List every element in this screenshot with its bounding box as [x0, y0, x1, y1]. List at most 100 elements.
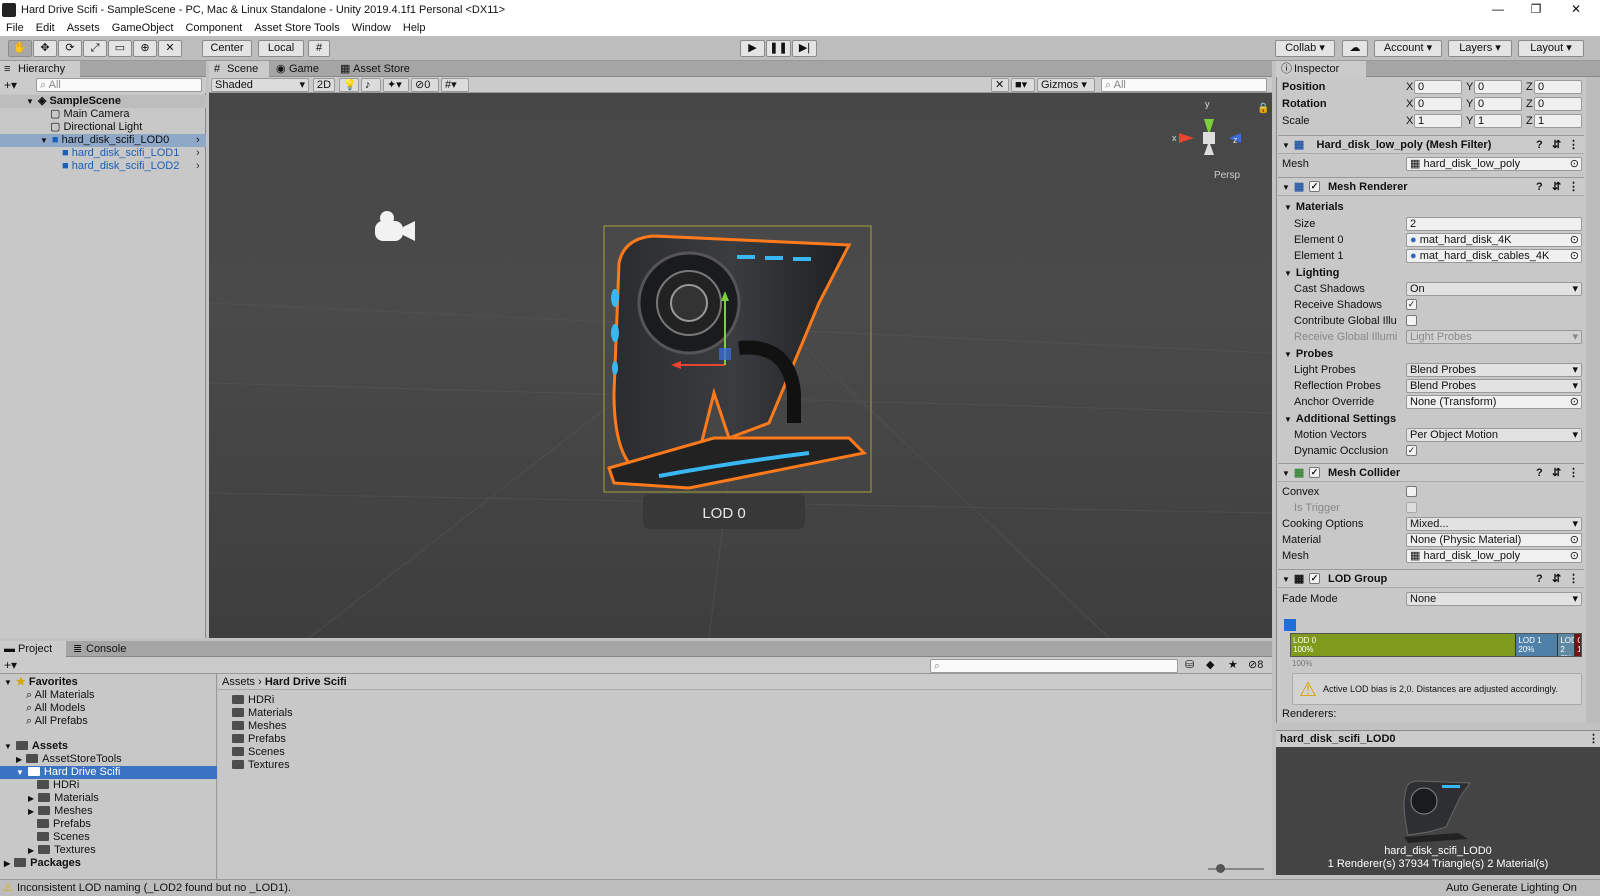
icon-size-slider-handle[interactable] — [1216, 864, 1225, 873]
breadcrumb-assets[interactable]: Assets — [222, 676, 255, 688]
subfolder-meshes[interactable]: ▶ Meshes — [28, 805, 93, 818]
cooking-options-dropdown[interactable]: Mixed... ▾ — [1406, 517, 1582, 531]
lighting-toggle-icon[interactable]: 💡 — [339, 78, 359, 92]
tab-project[interactable]: ▬ Project — [0, 641, 66, 658]
collab-button[interactable]: Collab ▾ — [1275, 40, 1335, 57]
fade-mode-dropdown[interactable]: None ▾ — [1406, 592, 1582, 606]
account-dropdown[interactable]: Account ▾ — [1374, 40, 1442, 57]
mesh-collider-header[interactable]: ▼ ▦ ✓ Mesh Collider ? ⇵ ⋮ — [1278, 463, 1584, 482]
transform-tool-icon[interactable]: ⊕ — [133, 40, 157, 57]
menu-window[interactable]: Window — [346, 22, 397, 34]
preset-icon[interactable]: ⇵ — [1552, 464, 1561, 482]
object-picker-icon[interactable]: ⊙ — [1570, 158, 1579, 170]
convex-checkbox[interactable] — [1406, 486, 1417, 497]
packages-row[interactable]: ▶ Packages — [4, 857, 81, 870]
object-picker-icon[interactable]: ⊙ — [1570, 234, 1579, 246]
favorite-star-icon[interactable]: ★ — [1228, 658, 1238, 671]
assets-root-row[interactable]: ▼ Assets — [4, 740, 68, 753]
tools-icon[interactable]: ✕ — [991, 78, 1009, 92]
tab-game[interactable]: ◉ Game — [271, 61, 333, 78]
receive-shadows-checkbox[interactable]: ✓ — [1406, 299, 1417, 310]
content-folder-materials[interactable]: Materials — [232, 707, 293, 720]
menu-component[interactable]: Component — [179, 22, 248, 34]
hidden-objects-toggle[interactable]: ⊘0 — [411, 78, 439, 92]
subfolder-prefabs[interactable]: Prefabs — [37, 818, 91, 831]
scale-y-field[interactable]: 1 — [1474, 114, 1522, 128]
hierarchy-item-lod1[interactable]: ■ hard_disk_scifi_LOD1 › — [0, 147, 206, 160]
camera-dropdown-icon[interactable]: ■▾ — [1011, 78, 1035, 92]
probes-section[interactable]: ▼ Probes — [1284, 346, 1333, 363]
rotation-x-field[interactable]: 0 — [1414, 97, 1462, 111]
additional-settings-section[interactable]: ▼ Additional Settings — [1284, 411, 1396, 428]
help-icon[interactable]: ? — [1536, 464, 1543, 482]
kebab-menu-icon[interactable]: ⋮ — [1568, 464, 1579, 482]
motion-vectors-dropdown[interactable]: Per Object Motion ▾ — [1406, 428, 1582, 442]
mesh-collider-enabled-checkbox[interactable]: ✓ — [1309, 467, 1320, 478]
audio-toggle-icon[interactable]: ♪ — [361, 78, 381, 92]
play-button-icon[interactable]: ▶ — [740, 40, 765, 57]
folder-asset-store-tools[interactable]: ▶ AssetStoreTools — [16, 753, 122, 766]
pause-button-icon[interactable]: ❚❚ — [766, 40, 791, 57]
object-picker-icon[interactable]: ⊙ — [1570, 396, 1579, 408]
pivot-center-button[interactable]: Center — [202, 40, 252, 57]
tab-asset-store[interactable]: ▦ Asset Store — [335, 61, 425, 78]
close-icon[interactable]: ✕ — [1556, 0, 1596, 19]
contribute-gi-checkbox[interactable] — [1406, 315, 1417, 326]
preset-icon[interactable]: ⇵ — [1552, 178, 1561, 196]
filter-label-icon[interactable]: ◆ — [1206, 658, 1214, 671]
inspector-scrollbar[interactable] — [1586, 77, 1600, 723]
menu-edit[interactable]: Edit — [30, 22, 61, 34]
kebab-menu-icon[interactable]: ⋮ — [1568, 178, 1579, 196]
menu-gameobject[interactable]: GameObject — [106, 22, 180, 34]
hidden-packages-toggle[interactable]: ⊘8 — [1248, 658, 1263, 671]
dynamic-occlusion-checkbox[interactable]: ✓ — [1406, 445, 1417, 456]
hierarchy-item-lod2[interactable]: ■ hard_disk_scifi_LOD2 › — [0, 160, 206, 173]
subfolder-textures[interactable]: ▶ Textures — [28, 844, 96, 857]
minimize-icon[interactable]: — — [1478, 0, 1518, 19]
rotation-y-field[interactable]: 0 — [1474, 97, 1522, 111]
hand-tool-icon[interactable]: ✋ — [8, 40, 32, 57]
status-message[interactable]: Inconsistent LOD naming (_LOD2 found but… — [17, 880, 291, 896]
help-icon[interactable]: ? — [1536, 178, 1543, 196]
light-probes-dropdown[interactable]: Blend Probes ▾ — [1406, 363, 1582, 377]
maximize-icon[interactable]: ❐ — [1516, 0, 1556, 19]
object-picker-icon[interactable]: ⊙ — [1570, 250, 1579, 262]
effects-toggle-icon[interactable]: ✦▾ — [383, 78, 409, 92]
kebab-menu-icon[interactable]: ⋮ — [1568, 570, 1579, 588]
hierarchy-item-lod0[interactable]: ▼ ■ hard_disk_scifi_LOD0 › — [0, 134, 206, 147]
mesh-renderer-header[interactable]: ▼ ▦ ✓ Mesh Renderer ? ⇵ ⋮ — [1278, 177, 1584, 196]
cloud-icon[interactable]: ☁ — [1342, 40, 1368, 57]
scene-row[interactable]: ▼ ◈ SampleScene — [0, 95, 206, 108]
help-icon[interactable]: ? — [1536, 570, 1543, 588]
rotate-tool-icon[interactable]: ⟳ — [58, 40, 82, 57]
gizmos-dropdown[interactable]: Gizmos ▾ — [1037, 78, 1095, 92]
lock-icon[interactable]: 🔒 — [1257, 102, 1269, 114]
layers-dropdown[interactable]: Layers ▾ — [1448, 40, 1512, 57]
snap-grid-icon[interactable]: # — [308, 40, 330, 57]
object-picker-icon[interactable]: ⊙ — [1570, 534, 1579, 546]
add-icon[interactable]: +▾ — [4, 78, 17, 92]
persp-label[interactable]: Persp — [1214, 170, 1241, 181]
favorite-all-prefabs[interactable]: ⌕ All Prefabs — [26, 715, 88, 728]
lighting-section[interactable]: ▼ Lighting — [1284, 265, 1339, 282]
folder-hard-drive-scifi[interactable]: ▼ Hard Drive Scifi — [0, 766, 217, 779]
position-y-field[interactable]: 0 — [1474, 80, 1522, 94]
lod-camera-icon[interactable] — [1284, 619, 1296, 631]
subfolder-materials[interactable]: ▶ Materials — [28, 792, 99, 805]
kebab-menu-icon[interactable]: ⋮ — [1568, 136, 1579, 154]
materials-size-field[interactable]: 2 — [1406, 217, 1582, 231]
favorites-row[interactable]: ▼ ★ Favorites — [4, 676, 78, 689]
custom-tool-icon[interactable]: ✕ — [158, 40, 182, 57]
kebab-menu-icon[interactable]: ⋮ — [1588, 731, 1599, 748]
filter-type-icon[interactable]: ⛁ — [1185, 658, 1194, 671]
subfolder-scenes[interactable]: Scenes — [37, 831, 90, 844]
create-asset-icon[interactable]: +▾ — [4, 658, 17, 672]
scale-x-field[interactable]: 1 — [1414, 114, 1462, 128]
z-axis-handle[interactable] — [719, 348, 731, 360]
position-z-field[interactable]: 0 — [1534, 80, 1582, 94]
favorite-all-materials[interactable]: ⌕ All Materials — [26, 689, 95, 702]
move-tool-icon[interactable]: ✥ — [33, 40, 57, 57]
reflection-probes-dropdown[interactable]: Blend Probes ▾ — [1406, 379, 1582, 393]
lod-group-header[interactable]: ▼ ▦ ✓ LOD Group ? ⇵ ⋮ — [1278, 569, 1584, 588]
material-element0-field[interactable]: ● mat_hard_disk_4K ⊙ — [1406, 233, 1582, 247]
